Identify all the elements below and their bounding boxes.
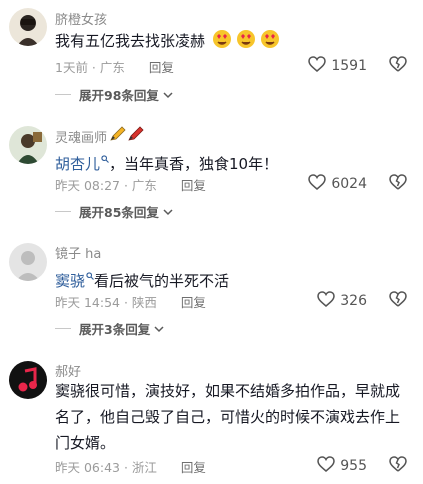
comment-meta: 昨天 08:27 · 广东 回复 xyxy=(55,175,206,194)
reply-button[interactable]: 回复 xyxy=(149,60,174,75)
timestamp-location: 1天前 · 广东 xyxy=(55,60,125,75)
dislike-button[interactable] xyxy=(389,456,407,476)
mention-link[interactable]: 胡杏儿 xyxy=(55,155,100,173)
like-button[interactable]: 1591 xyxy=(308,56,367,76)
avatar[interactable] xyxy=(9,126,47,164)
like-count: 1591 xyxy=(331,58,367,74)
reply-button[interactable]: 回复 xyxy=(181,295,206,310)
broken-heart-icon xyxy=(389,291,407,307)
comment-meta: 昨天 06:43 · 浙江 回复 xyxy=(55,457,206,476)
timestamp-location: 昨天 06:43 · 浙江 xyxy=(55,460,157,475)
comment-item: 脐橙女孩 我有五亿我去找张凌赫 1天前 · 广东 回复 1591 展开98条回复 xyxy=(0,0,423,110)
timestamp-location: 昨天 08:27 · 广东 xyxy=(55,178,157,193)
chevron-down-icon xyxy=(163,87,173,102)
divider xyxy=(55,211,71,212)
dislike-button[interactable] xyxy=(389,174,407,194)
comment-text: 胡杏儿 ，当年真香，独食10年！ xyxy=(55,145,405,177)
comment-text: 我有五亿我去找张凌赫 xyxy=(55,28,405,57)
broken-heart-icon xyxy=(389,456,407,472)
chevron-down-icon xyxy=(154,321,164,336)
divider xyxy=(55,328,71,329)
heart-icon xyxy=(317,291,336,311)
dislike-button[interactable] xyxy=(389,56,407,76)
chevron-down-icon xyxy=(163,204,173,219)
divider xyxy=(55,94,71,95)
comment-text: 窦骁很可惜，演技好，如果不结婚多拍作品，早就成名了，他自己毁了自己，可惜火的时候… xyxy=(55,382,401,452)
avatar[interactable] xyxy=(9,243,47,281)
username[interactable]: 镜子 ha xyxy=(55,243,101,262)
comment-item: 郝好 窦骁很可惜，演技好，如果不结婚多拍作品，早就成名了，他自己毁了自己，可惜火… xyxy=(0,353,423,484)
search-icon xyxy=(86,262,94,288)
mention-link[interactable]: 窦骁 xyxy=(55,272,85,290)
heart-icon xyxy=(308,56,327,76)
pencil-icon xyxy=(109,126,145,146)
comment-meta: 1天前 · 广东 回复 xyxy=(55,57,174,76)
dislike-button[interactable] xyxy=(389,291,407,311)
like-count: 326 xyxy=(340,293,367,309)
expand-replies-button[interactable]: 展开3条回复 xyxy=(55,319,164,338)
like-button[interactable]: 955 xyxy=(317,456,367,476)
search-icon xyxy=(101,145,109,171)
heart-eyes-icon xyxy=(212,29,280,57)
avatar[interactable] xyxy=(9,361,47,399)
expand-replies-button[interactable]: 展开98条回复 xyxy=(55,85,173,104)
like-count: 955 xyxy=(340,458,367,474)
heart-icon xyxy=(317,456,336,476)
reply-button[interactable]: 回复 xyxy=(181,178,206,193)
broken-heart-icon xyxy=(389,174,407,190)
like-count: 6024 xyxy=(331,176,367,192)
comment-item: 灵魂画师 胡杏儿 ，当年真香，独食10年！ 昨天 08:27 · 广东 回复 6… xyxy=(0,118,423,230)
reply-button[interactable]: 回复 xyxy=(181,460,206,475)
like-button[interactable]: 6024 xyxy=(308,174,367,194)
heart-icon xyxy=(308,174,327,194)
comment-text: 窦骁 看后被气的半死不活 xyxy=(55,262,405,294)
username[interactable]: 灵魂画师 xyxy=(55,126,145,146)
timestamp-location: 昨天 14:54 · 陕西 xyxy=(55,295,157,310)
like-button[interactable]: 326 xyxy=(317,291,367,311)
avatar[interactable] xyxy=(9,8,47,46)
comment-item: 镜子 ha 窦骁 看后被气的半死不活 昨天 14:54 · 陕西 回复 326 … xyxy=(0,235,423,347)
broken-heart-icon xyxy=(389,56,407,72)
expand-replies-button[interactable]: 展开85条回复 xyxy=(55,202,173,221)
username[interactable]: 脐橙女孩 xyxy=(55,9,107,28)
comment-meta: 昨天 14:54 · 陕西 回复 xyxy=(55,292,206,311)
